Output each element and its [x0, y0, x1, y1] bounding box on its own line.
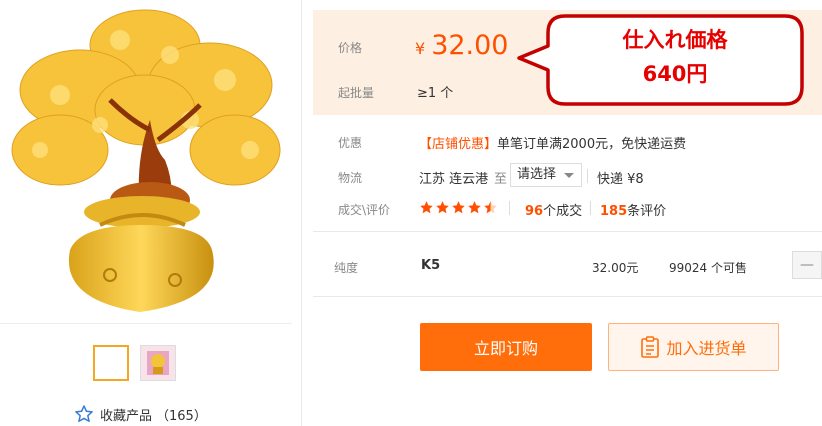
rating-stars [419, 200, 498, 215]
deals-count-number: 96 [525, 204, 544, 219]
favorite-label: 收藏产品 [100, 408, 153, 424]
thumbnail-1[interactable] [93, 345, 129, 381]
thumbnail-2[interactable] [140, 345, 176, 381]
reviews-count-number: 185 [600, 204, 628, 219]
chevron-down-icon [564, 173, 574, 178]
sku-name: K5 [421, 258, 441, 273]
promo-content: 【店铺优惠】单笔订单满2000元，免快递运费 [419, 133, 686, 152]
product-main-image[interactable] [0, 0, 292, 322]
gallery-divider [0, 323, 292, 324]
quantity-decrease-button[interactable]: — [792, 251, 822, 279]
sku-label: 纯度 [334, 261, 359, 275]
promo-label: 优惠 [338, 136, 363, 150]
add-to-cart-button[interactable]: 加入进货单 [608, 323, 779, 371]
deals-count-suffix: 个成交 [543, 204, 583, 219]
star-half-icon [484, 201, 497, 214]
promo-tag[interactable]: 【店铺优惠】 [419, 137, 497, 152]
star-full-icon [452, 201, 465, 214]
promo-text: 单笔订单满2000元，免快递运费 [497, 137, 687, 152]
product-page: 收藏产品 （165） 价格 ¥ 32.00 起批量 ≥1 个 仕入れ価格 640… [0, 0, 822, 426]
reviews-count[interactable]: 185条评价 [600, 200, 666, 219]
buy-now-label: 立即订购 [473, 339, 538, 358]
deals-label: 成交\评价 [338, 203, 391, 217]
star-full-icon [420, 201, 433, 214]
destination-select[interactable]: 请选择 [510, 163, 582, 187]
section-divider [313, 296, 822, 297]
deals-count[interactable]: 96个成交 [525, 200, 582, 219]
sku-stock: 99024 个可售 [669, 261, 747, 275]
currency-symbol: ¥ [415, 39, 426, 58]
sku-price: 32.00元 [592, 261, 639, 275]
favorite-count: （165） [156, 408, 207, 424]
star-full-icon [468, 201, 481, 214]
logistics-label: 物流 [338, 171, 363, 185]
add-to-cart-label: 加入进货单 [666, 339, 747, 358]
callout-line-2: 640円 [642, 62, 708, 86]
reviews-count-suffix: 条评价 [627, 204, 667, 219]
price-number: 32.00 [431, 30, 509, 61]
star-outline-icon [75, 405, 93, 422]
price-label: 价格 [338, 41, 363, 55]
favorite-product[interactable]: 收藏产品 （165） [74, 404, 207, 424]
moq-value: ≥1 个 [417, 86, 454, 101]
moq-label: 起批量 [338, 86, 375, 100]
callout-line-1: 仕入れ価格 [622, 28, 728, 52]
logistics-to: 至 [494, 172, 508, 187]
star-full-icon [436, 201, 449, 214]
separator [509, 201, 510, 215]
section-divider [313, 231, 822, 232]
price-value: ¥ 32.00 [415, 30, 508, 61]
destination-select-value: 请选择 [517, 167, 557, 182]
separator [587, 169, 588, 183]
buy-now-button[interactable]: 立即订购 [420, 323, 592, 371]
logistics-origin: 江苏 连云港 [419, 172, 489, 187]
express-fee: 快递 ¥8 [597, 172, 644, 187]
clipboard-icon [641, 336, 660, 358]
separator [590, 201, 591, 215]
column-divider [301, 0, 302, 426]
